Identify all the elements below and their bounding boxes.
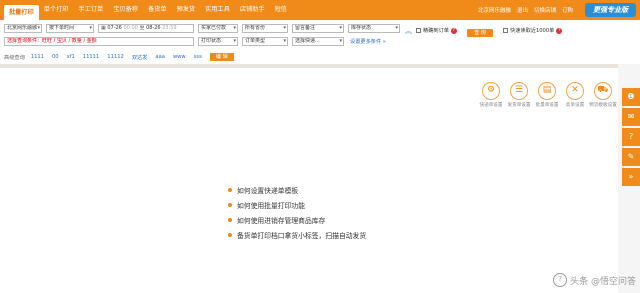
date-range-input[interactable]: ▦ 07-26 00:00 至 08-26 23:59: [98, 24, 194, 33]
more-conditions-link[interactable]: 设置更多条件 »: [350, 38, 386, 45]
shop-name[interactable]: 北京网乐融融: [478, 6, 511, 14]
saved-query-tag[interactable]: 双达发: [132, 54, 148, 61]
advanced-query-label: 高级查询: [4, 54, 25, 61]
nav-tab-utilities[interactable]: 实用工具: [200, 0, 235, 20]
saved-query-tag[interactable]: 11111: [83, 54, 100, 60]
collapse-up-icon[interactable]: ︽: [405, 26, 412, 36]
switch-shop-link[interactable]: 切换店铺: [534, 6, 556, 14]
list-icon: ☰: [510, 82, 528, 100]
pay-status-select[interactable]: 买家已付款 ▾: [198, 24, 238, 33]
stock-status-select[interactable]: 库存状态 ▾: [348, 24, 400, 33]
upgrade-promo-button[interactable]: 更强专业版: [585, 3, 636, 17]
message-icon[interactable]: ✉: [622, 108, 640, 126]
top-navigation-bar: 批量打印 单个打印 手工订单 宝贝备称 备货单 预发货 实用工具 店铺助手 短信…: [0, 0, 640, 20]
print-status-select[interactable]: 打印状态 ▾: [198, 37, 238, 46]
expand-icon[interactable]: »: [622, 168, 640, 186]
saved-query-tag[interactable]: sss: [194, 54, 202, 60]
gear-doc-icon: ⚙: [482, 82, 500, 100]
saved-query-tag[interactable]: 1111: [31, 54, 44, 60]
saved-query-tag[interactable]: xf1: [67, 54, 75, 60]
query-button[interactable]: 查 询: [467, 29, 493, 37]
nav-tab-manual-order[interactable]: 手工订单: [74, 0, 109, 20]
help-icon[interactable]: ?: [450, 27, 457, 34]
remark-select[interactable]: 留言备注 ▾: [292, 24, 344, 33]
logistics-template-setting[interactable]: ⛟ 物流模板设置: [589, 82, 617, 108]
stack-icon: ▤: [538, 82, 556, 100]
watermark-logo-icon: ?: [553, 273, 568, 287]
invoice-setting[interactable]: ☰ 发货单设置: [508, 82, 531, 108]
shop-select[interactable]: 北京网乐融融 ▾: [4, 24, 42, 33]
truck-icon: ⛟: [594, 82, 612, 100]
help-icon[interactable]: ?: [622, 128, 640, 146]
saved-query-tag[interactable]: www: [173, 54, 186, 60]
logout-link[interactable]: 退出: [517, 6, 528, 14]
nav-tab-shop-assistant[interactable]: 店铺助手: [235, 0, 270, 20]
bullet-icon: [228, 217, 232, 222]
help-tip[interactable]: 如何使用进销存管理商品库存: [228, 212, 366, 227]
batch-setting[interactable]: ▤ 批量单设置: [536, 82, 559, 108]
saved-query-tag[interactable]: 00: [52, 54, 59, 60]
nav-tab-item-alias[interactable]: 宝贝备称: [108, 0, 143, 20]
advanced-query-bar: 高级查询 1111 00 xf1 11111 11112 双达发 aaa www…: [0, 50, 640, 64]
province-select[interactable]: 所有省份 ▾: [242, 24, 288, 33]
feedback-icon[interactable]: ✎: [622, 148, 640, 166]
main-nav: 批量打印 单个打印 手工订单 宝贝备称 备货单 预发货 实用工具 店铺助手 短信: [0, 0, 292, 20]
help-tip[interactable]: 备货单打印档口拿货小标签，扫描自动发货: [228, 227, 366, 242]
nav-tab-stock-list[interactable]: 备货单: [143, 0, 172, 20]
advanced-setting[interactable]: ✕ 高单设置: [564, 82, 586, 108]
saved-query-tag[interactable]: aaa: [155, 54, 165, 60]
right-floating-toolbar: ❶ ✉ ? ✎ »: [622, 88, 640, 186]
saved-query-tag[interactable]: 11112: [107, 54, 124, 60]
order-type-select[interactable]: 订单类型 ▾: [242, 37, 288, 46]
top-right-links: 北京网乐融融 退出 切换店铺 订购 更强专业版: [478, 0, 636, 20]
bullet-icon: [228, 232, 232, 237]
watermark: ? 头条 @悟空问答: [553, 273, 636, 287]
help-tips-list: 如何设置快递单模板 如何使用批量打印功能 如何使用进销存管理商品库存 备货单打印…: [228, 182, 366, 242]
quick-load-checkbox[interactable]: 快速读取近1000单?: [503, 27, 563, 34]
nav-tab-sms[interactable]: 短信: [270, 0, 292, 20]
bullet-icon: [228, 202, 232, 207]
subscribe-link[interactable]: 订购: [562, 6, 573, 14]
help-tip[interactable]: 如何设置快递单模板: [228, 182, 366, 197]
express-template-setting[interactable]: ⚙ 快递单设置: [480, 82, 503, 108]
checkbox-icon: [416, 28, 421, 33]
time-type-select[interactable]: 按下单时间 ▾: [46, 24, 94, 33]
express-select[interactable]: 选择快递... ▾: [292, 37, 344, 46]
tools-icon: ✕: [566, 82, 584, 100]
query-condition-input[interactable]: 选择查询条件：旺旺 / 宝贝 / 数量 / 金额: [4, 37, 194, 46]
main-content: ⚙ 快递单设置 ☰ 发货单设置 ▤ 批量单设置 ✕ 高单设置 ⛟ 物流模板设置 如何设置快…: [0, 64, 618, 293]
nav-tab-pre-ship[interactable]: 预发货: [172, 0, 201, 20]
nav-tab-single-print[interactable]: 单个打印: [39, 0, 74, 20]
help-icon[interactable]: ?: [556, 27, 563, 34]
help-tip[interactable]: 如何使用批量打印功能: [228, 197, 366, 212]
settings-shortcuts: ⚙ 快递单设置 ☰ 发货单设置 ▤ 批量单设置 ✕ 高单设置 ⛟ 物流模板设置: [480, 82, 617, 108]
bullet-icon: [228, 187, 232, 192]
checkbox-icon: [503, 28, 508, 33]
edit-queries-button[interactable]: 编 辑: [209, 53, 234, 61]
exact-order-checkbox[interactable]: 精确到订单?: [416, 27, 457, 34]
notice-icon[interactable]: ❶: [622, 88, 640, 106]
nav-tab-batch-print[interactable]: 批量打印: [4, 5, 39, 20]
